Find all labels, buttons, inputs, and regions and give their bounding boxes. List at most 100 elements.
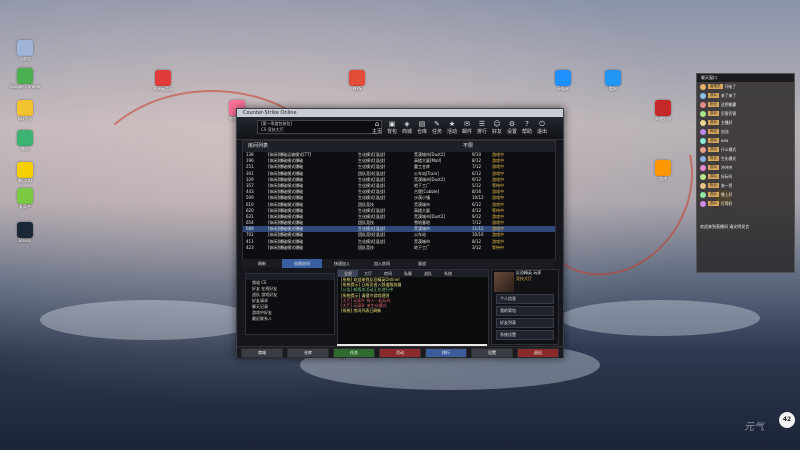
chat-tab[interactable]: 大厅: [358, 270, 378, 277]
room-map: 地下工厂: [414, 244, 430, 250]
avatar: [700, 155, 706, 162]
toolbar-button[interactable]: ☺ 好友: [491, 120, 503, 136]
app-icon: [555, 70, 571, 86]
desktop-icon[interactable]: 网易云音乐: [140, 70, 186, 91]
room-tab[interactable]: 观战: [402, 259, 442, 268]
toolbar-button[interactable]: ✉ 邮件: [461, 120, 473, 136]
room-tab[interactable]: 刷新: [242, 259, 282, 268]
desktop-icon[interactable]: Google Chrome: [2, 68, 48, 89]
toolbar-button[interactable]: ☰ 排行: [476, 120, 488, 136]
room-tab[interactable]: 快速加入: [322, 259, 362, 268]
live-chat-message: 观众 什么模式: [697, 145, 794, 154]
app-icon: [17, 100, 33, 116]
app-icon: [17, 162, 33, 178]
live-chat-message: 观众 厉害厉害: [697, 109, 794, 118]
toolbar-label: 仓库: [416, 129, 427, 135]
desktop-icon[interactable]: 酷狗: [590, 70, 636, 91]
desktop-icon-label: 腾讯QQ: [17, 178, 33, 183]
user-panel-button[interactable]: 个人信息: [496, 294, 554, 304]
friend-list-item[interactable]: 最近联系人: [246, 316, 334, 322]
bottom-button[interactable]: 排行: [425, 348, 467, 358]
chat-tab[interactable]: 全部: [338, 270, 358, 277]
toolbar-button[interactable]: ◈ 商城: [401, 120, 413, 136]
room-tab[interactable]: 创建房间: [282, 259, 322, 268]
desktop-icon[interactable]: 微信: [2, 130, 48, 151]
bottom-button[interactable]: 设置: [471, 348, 513, 358]
desktop-icon[interactable]: QQ音乐: [2, 100, 48, 121]
desktop-icon-label: 酷狗: [609, 86, 617, 91]
top-toolbar: [第一季度包装包] CS 竞技大厅 ⌂ 主页 ▣ 背包 ◈ 商城 ▤ 仓库 ✎ 任务 ★ 活动 ✉ 邮件 ☰…: [237, 117, 563, 140]
chat-message: [系统] 房间列表已刷新: [341, 308, 382, 314]
room-action-tabs: 刷新 创建房间 快速加入 加入房间 观战: [242, 259, 554, 268]
toolbar-button[interactable]: ▤ 仓库: [416, 120, 428, 136]
tray-badge[interactable]: 42: [779, 412, 795, 428]
live-chat-message: 观众 晚上好: [697, 190, 794, 199]
desktop-icon[interactable]: 回收站: [2, 40, 48, 61]
user-panel-button[interactable]: 系统设置: [496, 330, 554, 340]
chat-tab[interactable]: 系统: [438, 270, 458, 277]
avatar[interactable]: [494, 272, 514, 292]
chat-tab[interactable]: 战队: [418, 270, 438, 277]
toolbar-button[interactable]: ✎ 任务: [431, 120, 443, 136]
toolbar-icon: ✉: [464, 120, 470, 128]
room-tab[interactable]: 加入房间: [362, 259, 402, 268]
toolbar-button[interactable]: ⚙ 设置: [506, 120, 518, 136]
bottom-button[interactable]: 任务: [333, 348, 375, 358]
desktop-icon[interactable]: 穿越火线: [640, 100, 686, 121]
room-filter[interactable]: 不限: [463, 141, 473, 152]
user-tag: 观众: [708, 201, 719, 206]
desktop-icon[interactable]: Steam: [2, 222, 48, 243]
desktop-icon[interactable]: 腾讯QQ: [2, 162, 48, 183]
toolbar-label: 任务: [431, 129, 442, 135]
room-list-header: 房间列表 不限: [243, 141, 555, 152]
desktop-icon[interactable]: 爱奇艺: [2, 188, 48, 209]
toolbar-button[interactable]: ⏻ 退出: [536, 120, 548, 136]
window-titlebar[interactable]: Counter-Strike Online: [237, 109, 563, 117]
toolbar-label: 商城: [401, 129, 412, 135]
app-icon: [17, 188, 33, 204]
user-tag: 观众: [708, 138, 719, 143]
toolbar-icon: ✎: [434, 120, 440, 128]
bottom-button[interactable]: 退出: [517, 348, 559, 358]
user-tag: 粉丝: [708, 156, 719, 161]
avatar: [700, 200, 706, 207]
avatar: [700, 128, 706, 135]
desktop-icon-label: WPS: [352, 86, 362, 91]
live-chat-message: 粉丝 来一把: [697, 181, 794, 190]
app-icon: [655, 100, 671, 116]
desktop-icon[interactable]: WPS: [334, 70, 380, 91]
message-text: 加油: [721, 129, 729, 134]
bottom-button[interactable]: 商城: [241, 348, 283, 358]
live-chat-message: 观众 好玩吗: [697, 172, 794, 181]
user-panel-button[interactable]: 我的背包: [496, 306, 554, 316]
toolbar-button[interactable]: ? 帮助: [521, 120, 533, 136]
room-list-title: 房间列表: [248, 143, 269, 149]
bottom-button[interactable]: 活动: [379, 348, 421, 358]
room-row[interactable]: 423 [休闲]爆破模式爆破 团队竞技 地下工厂 3/12 等待中: [243, 245, 555, 251]
live-chat-message: 观众 冲冲冲: [697, 163, 794, 172]
desktop-icon-label: 微信: [21, 146, 29, 151]
user-panel-button[interactable]: 好友列表: [496, 318, 554, 328]
watermark-logo: 元气: [744, 422, 764, 433]
wallpaper-wave-3: [560, 300, 760, 336]
desktop-icon-label: 爱奇艺: [19, 204, 31, 209]
room-st: 等待中: [492, 244, 504, 250]
live-chat-message: 观众 主播好: [697, 118, 794, 127]
message-text: 这把能赢: [721, 102, 737, 107]
live-chat-message: 粉丝 这把能赢: [697, 100, 794, 109]
bottom-button[interactable]: 仓库: [287, 348, 329, 358]
toolbar-button[interactable]: ⌂ 主页: [371, 120, 383, 136]
toolbar-button[interactable]: ★ 活动: [446, 120, 458, 136]
friend-channel-box: 频道 CE 好友 在线好友 战队 游戏好友 好友请求 聊天记录 游戏中好友 最近联系人: [245, 273, 335, 335]
toolbar-button[interactable]: ▣ 背包: [386, 120, 398, 136]
toolbar-label: 背包: [386, 129, 397, 135]
desktop-icon[interactable]: 游戏: [640, 160, 686, 181]
chat-tab[interactable]: 私聊: [398, 270, 418, 277]
desktop-icon-label: Google Chrome: [9, 84, 41, 89]
chat-tab[interactable]: 房间: [378, 270, 398, 277]
message-text: 666: [721, 138, 729, 143]
bottom-bar: 商城 仓库 任务 活动 排行 设置 退出: [237, 346, 563, 358]
toolbar-label: 设置: [506, 129, 517, 135]
desktop-icon[interactable]: Edge: [540, 70, 586, 91]
desktop-icon-label: 回收站: [19, 56, 31, 61]
